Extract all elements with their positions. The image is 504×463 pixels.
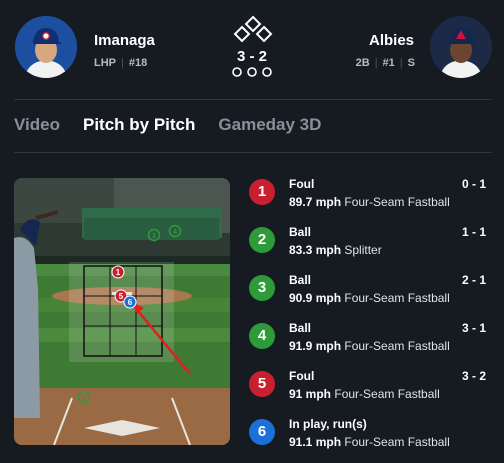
batter-name[interactable]: Albies xyxy=(369,32,414,49)
pitch-count: 1 - 1 xyxy=(461,225,486,239)
pitch-speed: 91 mph xyxy=(289,387,332,401)
pitch-detail: 91.9 mph Four-Seam Fastball xyxy=(289,339,450,353)
ballpark-scene: 1 5 6 2 3 4 xyxy=(14,178,230,445)
pitch-type: Splitter xyxy=(344,243,382,257)
pitch-result: In play, run(s) xyxy=(289,417,367,431)
pitch-row-6[interactable]: 6 In play, run(s) 91.1 mph Four-Seam Fas… xyxy=(246,408,496,456)
pitcher-info: LHP | #18 xyxy=(94,57,147,69)
pitch-row-4[interactable]: 4 Ball 3 - 1 91.9 mph Four-Seam Fastball xyxy=(246,312,496,360)
pitch-type: Four-Seam Fastball xyxy=(344,195,450,209)
pitch-result: Foul xyxy=(289,369,315,383)
pitch-result: Foul xyxy=(289,177,315,191)
pitch-row-1[interactable]: 1 Foul 0 - 1 89.7 mph Four-Seam Fastball xyxy=(246,168,496,216)
pitch-count: 2 - 1 xyxy=(461,273,486,287)
tabs-divider xyxy=(14,152,492,153)
zone-marker-6: 6 xyxy=(128,298,133,307)
pitch-detail: 91.1 mph Four-Seam Fastball xyxy=(289,435,450,449)
batter-avatar[interactable] xyxy=(430,16,492,78)
pitch-count: 3 - 1 xyxy=(461,321,486,335)
pitch-count: 3 - 2 xyxy=(461,369,486,383)
pitch-result: Ball xyxy=(289,273,312,287)
batter-info: 2B | #1 | S xyxy=(356,57,415,69)
pitch-detail: 91 mph Four-Seam Fastball xyxy=(289,387,440,401)
pitch-speed: 91.1 mph xyxy=(289,435,342,449)
pitcher-number: #18 xyxy=(128,57,148,69)
pitch-list: 1 Foul 0 - 1 89.7 mph Four-Seam Fastball… xyxy=(246,168,496,456)
tab-video[interactable]: Video xyxy=(14,115,60,135)
view-tabs: Video Pitch by Pitch Gameday 3D xyxy=(14,115,344,135)
pitch-result: Ball xyxy=(289,321,312,335)
pitch-video-frame[interactable]: 1 5 6 2 3 4 xyxy=(14,178,230,445)
pitch-type: Four-Seam Fastball xyxy=(344,435,450,449)
zone-marker-5: 5 xyxy=(119,292,124,301)
outs-indicator-icon xyxy=(232,67,272,77)
pitcher-avatar[interactable] xyxy=(15,16,77,78)
pitcher-position: LHP xyxy=(94,57,116,69)
batter-number: #1 xyxy=(382,57,395,69)
pitch-number-badge: 4 xyxy=(249,323,275,349)
header-divider xyxy=(14,99,492,100)
batter-position: 2B xyxy=(355,57,370,69)
tab-gameday-3d[interactable]: Gameday 3D xyxy=(218,115,321,135)
pitch-speed: 89.7 mph xyxy=(289,195,342,209)
pitch-speed: 91.9 mph xyxy=(289,339,342,353)
pitch-type: Four-Seam Fastball xyxy=(344,339,450,353)
zone-marker-1: 1 xyxy=(116,268,121,277)
pitcher-name[interactable]: Imanaga xyxy=(94,32,155,49)
pitch-speed: 83.3 mph xyxy=(289,243,342,257)
matchup-header: Imanaga LHP | #18 3 - 2 Albies 2B | #1 |… xyxy=(0,0,504,100)
pitch-detail: 89.7 mph Four-Seam Fastball xyxy=(289,195,450,209)
pitch-detail: 90.9 mph Four-Seam Fastball xyxy=(289,291,450,305)
pitch-number-badge: 1 xyxy=(249,179,275,205)
info-separator: | xyxy=(121,57,124,69)
pitch-type: Four-Seam Fastball xyxy=(344,291,450,305)
pitch-row-3[interactable]: 3 Ball 2 - 1 90.9 mph Four-Seam Fastball xyxy=(246,264,496,312)
pitch-count: 0 - 1 xyxy=(461,177,486,191)
pitch-speed: 90.9 mph xyxy=(289,291,342,305)
info-separator: | xyxy=(374,57,378,69)
outside-marker-2: 2 xyxy=(82,395,86,402)
pitch-row-5[interactable]: 5 Foul 3 - 2 91 mph Four-Seam Fastball xyxy=(246,360,496,408)
info-separator: | xyxy=(399,57,403,69)
pitch-detail: 83.3 mph Splitter xyxy=(289,243,382,257)
pitch-number-badge: 5 xyxy=(249,371,275,397)
pitch-number-badge: 3 xyxy=(249,275,275,301)
ball-strike-count: 3 - 2 xyxy=(236,48,267,65)
tab-pitch-by-pitch[interactable]: Pitch by Pitch xyxy=(83,115,195,135)
pitch-number-badge: 6 xyxy=(249,419,275,445)
batter-bats: S xyxy=(407,57,415,69)
bases-icon xyxy=(233,15,273,43)
pitch-number-badge: 2 xyxy=(249,227,275,253)
pitch-row-2[interactable]: 2 Ball 1 - 1 83.3 mph Splitter xyxy=(246,216,496,264)
pitch-type: Four-Seam Fastball xyxy=(334,387,440,401)
pitch-result: Ball xyxy=(289,225,312,239)
outside-marker-4: 4 xyxy=(173,229,177,236)
outside-marker-3: 3 xyxy=(152,233,156,240)
